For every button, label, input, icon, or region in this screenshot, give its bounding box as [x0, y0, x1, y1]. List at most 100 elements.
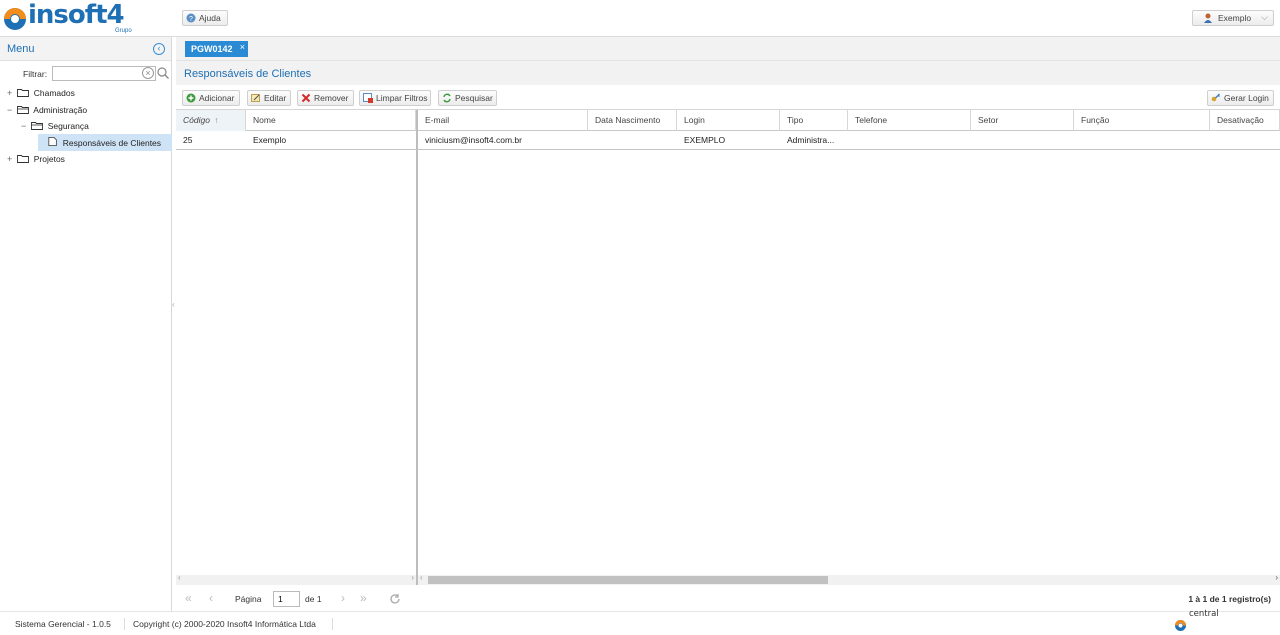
copyright-text: Copyright (c) 2000-2020 Insoft4 Informát…	[133, 619, 316, 629]
generate-login-button[interactable]: Gerar Login	[1207, 90, 1274, 106]
filter-input[interactable]	[52, 66, 156, 81]
column-header-login[interactable]: Login	[677, 110, 780, 131]
column-header-codigo[interactable]: Código ↑	[176, 110, 246, 131]
page-title: Responsáveis de Clientes	[184, 68, 312, 80]
refresh-icon	[443, 93, 451, 103]
footer-divider	[332, 618, 333, 630]
cell-nome: Exemplo	[253, 135, 287, 145]
footer-divider	[124, 618, 125, 630]
help-button[interactable]: ? Ajuda	[182, 10, 228, 26]
search-label: Pesquisar	[455, 93, 493, 103]
scroll-right-icon[interactable]: ›	[1275, 573, 1278, 582]
scrollbar-thumb[interactable]	[428, 576, 828, 584]
locked-horizontal-scrollbar[interactable]: ‹ ›	[176, 573, 416, 585]
scroll-left-icon[interactable]: ‹	[178, 573, 181, 582]
expand-icon[interactable]: +	[7, 151, 15, 167]
help-icon: ?	[186, 13, 196, 23]
logo-subtext: Grupo	[115, 28, 132, 34]
column-header-tipo[interactable]: Tipo	[780, 110, 848, 131]
page-label: Página	[235, 594, 262, 604]
first-page-icon[interactable]: «	[185, 591, 192, 605]
cell-email: viniciusm@insoft4.com.br	[425, 135, 522, 145]
user-icon	[1204, 13, 1212, 23]
delete-icon	[301, 93, 311, 103]
cell-telefone	[848, 131, 971, 150]
central-logo-icon	[1175, 620, 1186, 631]
tree-item-responsaveis-de-clientes[interactable]: Responsáveis de Clientes	[38, 135, 161, 151]
svg-text:?: ?	[189, 16, 193, 23]
column-header-data-nascimento[interactable]: Data Nascimento	[588, 110, 677, 131]
column-header-email[interactable]: E-mail	[418, 110, 588, 131]
logo-mark-icon	[4, 8, 26, 30]
clear-filters-button[interactable]: Limpar Filtros	[359, 90, 431, 106]
cell-desativacao	[1210, 131, 1280, 150]
collapse-sidebar-icon[interactable]: ‹	[153, 43, 165, 55]
tree-item-label: Administração	[33, 105, 88, 115]
footer: Sistema Gerencial - 1.0.5 Copyright (c) …	[0, 609, 1280, 635]
tree-item-projetos[interactable]: + Projetos	[7, 151, 65, 167]
scroll-right-icon[interactable]: ›	[411, 573, 414, 582]
column-header-telefone[interactable]: Telefone	[848, 110, 971, 131]
central-brand-text: central	[1189, 609, 1219, 619]
cell-codigo: 25	[183, 135, 193, 145]
sidebar-header: Menu ‹	[0, 37, 171, 61]
insoft4-logo: insoft4 Grupo	[2, 0, 132, 35]
scroll-left-icon[interactable]: ‹	[420, 573, 423, 582]
clear-filter-icon[interactable]: ×	[142, 67, 154, 79]
sort-asc-icon: ↑	[214, 115, 219, 125]
close-icon[interactable]: ×	[240, 39, 245, 55]
previous-page-icon[interactable]: ‹	[209, 591, 213, 605]
last-page-icon[interactable]: »	[360, 591, 367, 605]
add-label: Adicionar	[199, 93, 235, 103]
tree-filter: Filtrar: ×	[0, 65, 172, 83]
add-button[interactable]: Adicionar	[182, 90, 240, 106]
tree-item-chamados[interactable]: + Chamados	[7, 85, 75, 101]
horizontal-scrollbar[interactable]: ‹ ›	[418, 573, 1280, 585]
tree-item-label: Projetos	[33, 154, 65, 164]
grid-header: Código ↑ Nome E-mail Data Nascimento Log…	[176, 110, 1280, 131]
clear-filter-icon	[363, 93, 373, 103]
folder-icon	[17, 89, 30, 97]
locked-column-splitter[interactable]	[416, 110, 418, 585]
search-icon[interactable]	[157, 67, 169, 79]
search-button[interactable]: Pesquisar	[438, 90, 497, 106]
clear-filters-label: Limpar Filtros	[376, 93, 428, 103]
tree-item-label: Responsáveis de Clientes	[62, 138, 162, 148]
tree-item-seguranca[interactable]: − Segurança	[21, 118, 89, 134]
expand-icon[interactable]: +	[7, 85, 15, 101]
sidebar-splitter[interactable]: ‹	[172, 300, 176, 330]
app-header: insoft4 Grupo ? Ajuda Exemplo ⌵	[0, 0, 1280, 37]
column-header-nome[interactable]: Nome	[246, 110, 416, 131]
tree-item-label: Segurança	[47, 121, 89, 131]
user-name: Exemplo	[1218, 13, 1252, 23]
generate-login-label: Gerar Login	[1224, 93, 1269, 103]
remove-button[interactable]: Remover	[297, 90, 354, 106]
pager: « ‹ Página de 1 › » 1 à 1 de 1 registro(…	[176, 587, 1280, 611]
collapse-icon[interactable]: −	[7, 102, 15, 118]
table-row[interactable]: 25 Exemplo viniciusm@insoft4.com.br EXEM…	[176, 131, 1280, 150]
folder-icon	[17, 155, 30, 163]
cell-data-nascimento	[588, 131, 677, 150]
tab-pgw0142[interactable]: PGW0142 ×	[185, 41, 248, 57]
column-header-funcao[interactable]: Função	[1074, 110, 1210, 131]
edit-icon	[251, 94, 260, 102]
folder-open-icon	[31, 122, 44, 130]
remove-label: Remover	[314, 93, 349, 103]
next-page-icon[interactable]: ›	[341, 591, 345, 605]
column-header-setor[interactable]: Setor	[971, 110, 1074, 131]
tab-label: PGW0142	[191, 44, 233, 54]
edit-label: Editar	[264, 93, 287, 103]
page-count: de 1	[305, 594, 322, 604]
page-input[interactable]	[273, 591, 300, 607]
page-title-bar: Responsáveis de Clientes	[176, 61, 1280, 85]
document-icon	[48, 136, 58, 147]
edit-button[interactable]: Editar	[247, 90, 291, 106]
user-menu-button[interactable]: Exemplo ⌵	[1192, 10, 1274, 26]
cell-setor	[971, 131, 1074, 150]
column-header-desativacao[interactable]: Desativação	[1210, 110, 1280, 131]
collapse-icon[interactable]: −	[21, 118, 29, 134]
refresh-icon[interactable]	[389, 593, 401, 605]
tree-item-administracao[interactable]: − Administração	[7, 102, 87, 118]
tree-item-label: Chamados	[33, 88, 75, 98]
cell-tipo: Administra...	[787, 135, 835, 145]
